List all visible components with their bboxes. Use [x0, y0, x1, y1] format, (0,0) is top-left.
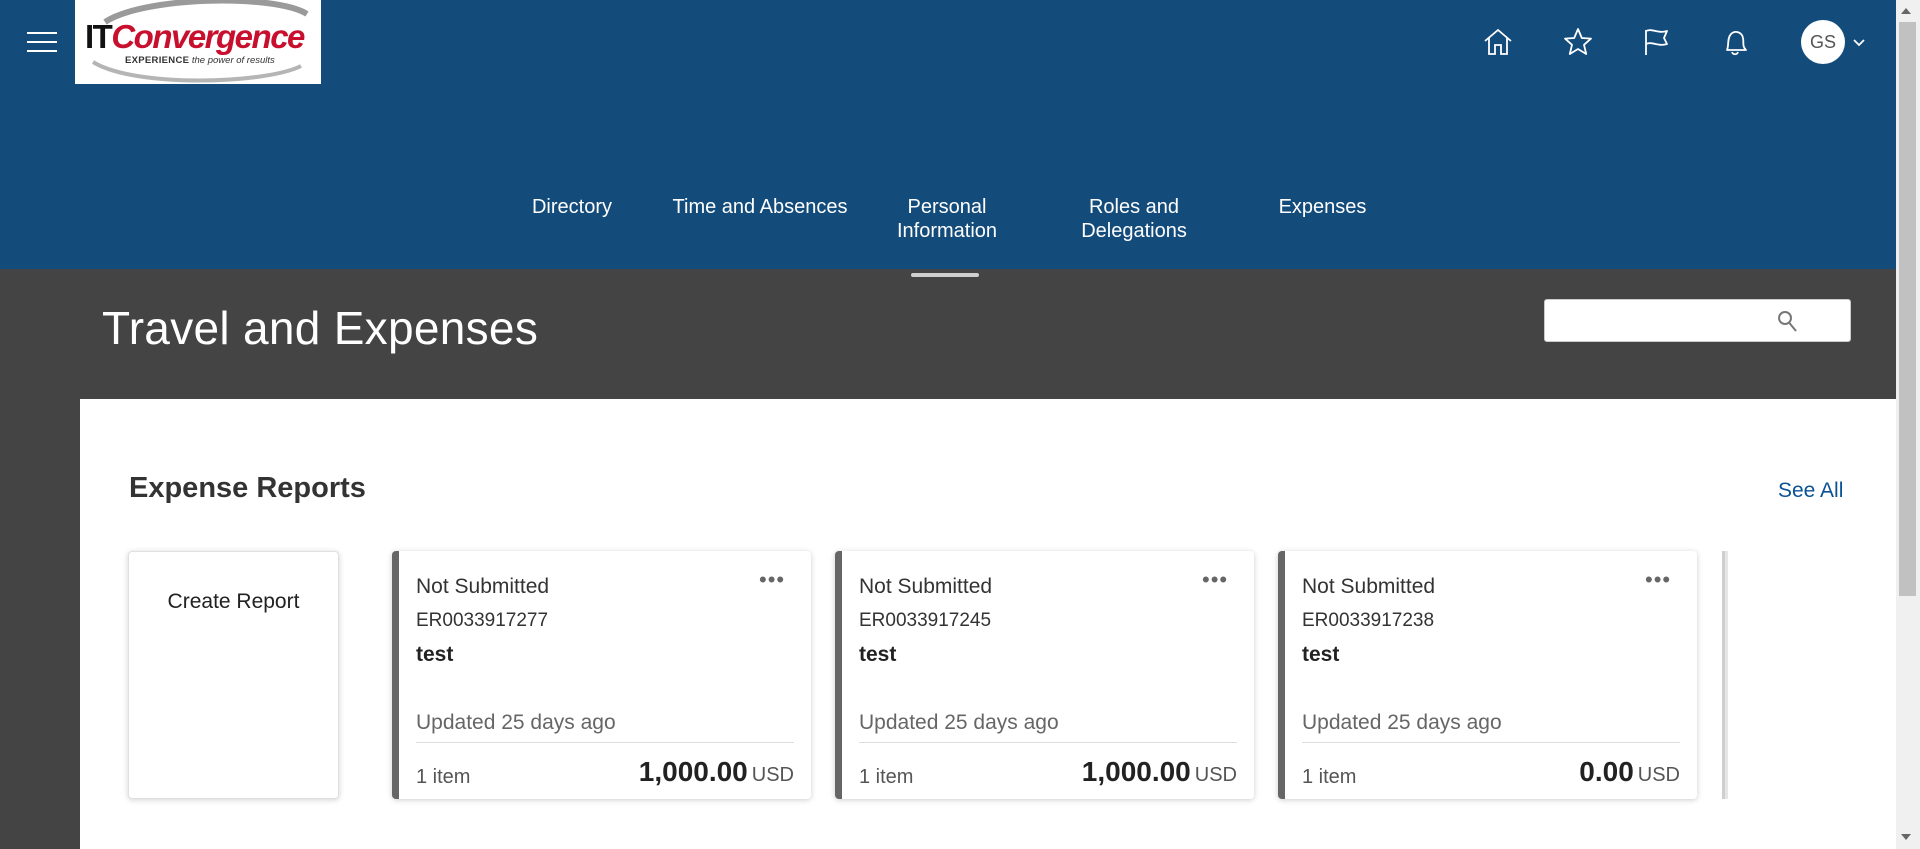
flag-icon[interactable] [1636, 22, 1676, 62]
next-card-partial[interactable] [1722, 551, 1728, 799]
expense-report-card[interactable]: Not Submitted ••• ER0033917238 test Upda… [1278, 551, 1697, 799]
menu-icon[interactable] [27, 32, 57, 54]
report-name: test [416, 643, 454, 666]
amount-currency: USD [1637, 764, 1680, 786]
report-amount: 1,000.00 USD [1082, 756, 1237, 788]
card-divider [1302, 742, 1680, 743]
report-updated: Updated 25 days ago [1302, 711, 1502, 734]
amount-value: 1,000.00 [1081, 756, 1191, 787]
scrollbar-thumb[interactable] [1899, 22, 1916, 596]
report-status: Not Submitted [859, 575, 993, 598]
create-report-button[interactable]: Create Report [128, 551, 339, 799]
star-icon[interactable] [1558, 22, 1598, 62]
search-input[interactable] [1555, 306, 1785, 336]
chevron-down-icon[interactable] [1851, 34, 1867, 55]
report-amount: 1,000.00 USD [639, 756, 794, 788]
global-header: ITConvergence EXPERIENCE the power of re… [0, 0, 1896, 269]
logo-tagline: the power of results [189, 55, 275, 66]
search-field[interactable] [1544, 299, 1851, 342]
report-updated: Updated 25 days ago [416, 711, 616, 734]
scroll-down-arrow-icon[interactable] [1901, 834, 1911, 840]
nav-item-directory[interactable]: Directory [522, 195, 622, 219]
report-number: ER0033917245 [859, 610, 992, 631]
nav-item-roles-and-delegations[interactable]: Roles and Delegations [1068, 195, 1200, 243]
nav-item-time-and-absences[interactable]: Time and Absences [660, 195, 860, 219]
see-all-link[interactable]: See All [1778, 479, 1843, 503]
company-logo[interactable]: ITConvergence EXPERIENCE the power of re… [75, 0, 321, 84]
amount-currency: USD [751, 764, 794, 786]
amount-currency: USD [1194, 764, 1237, 786]
expense-report-card[interactable]: Not Submitted ••• ER0033917277 test Upda… [392, 551, 811, 799]
amount-value: 0.00 [1579, 756, 1634, 787]
report-status: Not Submitted [1302, 575, 1436, 598]
report-number: ER0033917238 [1302, 610, 1435, 631]
user-avatar[interactable]: GS [1801, 20, 1845, 64]
expense-report-card[interactable]: Not Submitted ••• ER0033917245 test Upda… [835, 551, 1254, 799]
search-icon[interactable] [1777, 310, 1799, 339]
report-updated: Updated 25 days ago [859, 711, 1059, 734]
nav-item-expenses[interactable]: Expenses [1270, 195, 1375, 219]
report-number: ER0033917277 [416, 610, 549, 631]
more-options-icon[interactable]: ••• [1202, 569, 1228, 591]
bell-icon[interactable] [1714, 22, 1754, 62]
section-title: Expense Reports [129, 472, 366, 504]
scroll-up-arrow-icon[interactable] [1901, 8, 1911, 14]
more-options-icon[interactable]: ••• [759, 569, 785, 591]
report-item-count: 1 item [859, 766, 914, 788]
home-icon[interactable] [1478, 22, 1518, 62]
nav-selected-indicator [911, 273, 979, 277]
report-name: test [1302, 643, 1340, 666]
more-options-icon[interactable]: ••• [1645, 569, 1671, 591]
page-title: Travel and Expenses [102, 302, 539, 354]
report-item-count: 1 item [416, 766, 471, 788]
card-divider [416, 742, 794, 743]
amount-value: 1,000.00 [638, 756, 748, 787]
create-report-label: Create Report [167, 590, 300, 613]
logo-tagline-bold: EXPERIENCE [125, 55, 190, 66]
report-name: test [859, 643, 897, 666]
logo-convergence-text: Convergence [111, 18, 305, 55]
report-status: Not Submitted [416, 575, 550, 598]
nav-item-personal-information[interactable]: Personal Information [888, 195, 1006, 243]
logo-it-text: IT [85, 18, 113, 55]
report-amount: 0.00 USD [1579, 756, 1680, 788]
card-divider [859, 742, 1237, 743]
report-item-count: 1 item [1302, 766, 1357, 788]
